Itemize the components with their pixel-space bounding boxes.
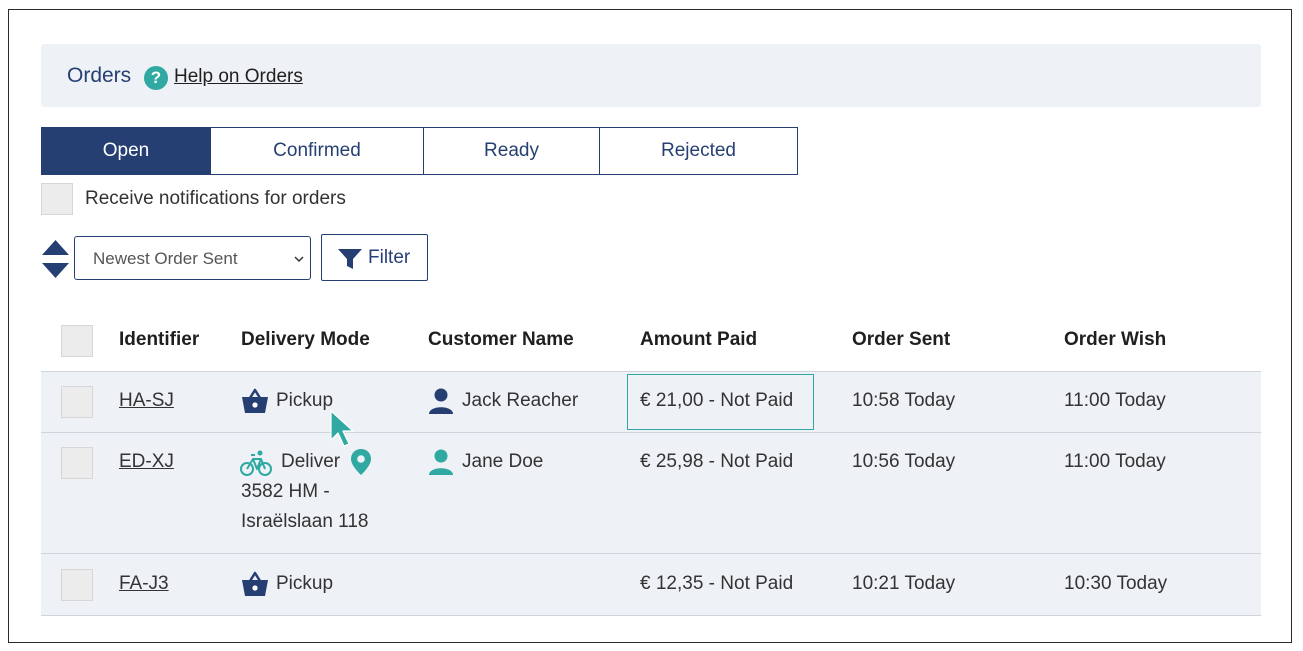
bicycle-icon xyxy=(240,450,272,476)
order-identifier-link[interactable]: ED-XJ xyxy=(119,447,174,477)
order-wish-time: 11:00 Today xyxy=(1064,451,1166,472)
table-header: Identifier Delivery Mode Customer Name A… xyxy=(41,311,1261,372)
table-row[interactable]: HA-SJ Pickup Jack Reacher € 21,00 - Not … xyxy=(41,372,1261,433)
order-wish-time: 10:30 Today xyxy=(1064,573,1168,594)
sort-icon[interactable] xyxy=(41,239,70,279)
column-header-identifier[interactable]: Identifier xyxy=(119,329,199,351)
row-checkbox[interactable] xyxy=(61,569,93,601)
order-wish-time: 11:00 Today xyxy=(1064,390,1166,411)
customer-name: Jane Doe xyxy=(462,451,544,472)
order-sent-time: 10:21 Today xyxy=(852,573,956,594)
chevron-down-icon xyxy=(294,256,304,263)
filter-label: Filter xyxy=(368,247,411,268)
amount-paid: € 21,00 - Not Paid xyxy=(640,390,794,411)
customer-name: Jack Reacher xyxy=(462,390,579,411)
delivery-address-line: 3582 HM - xyxy=(241,481,330,502)
order-status-tabs: Open Confirmed Ready Rejected xyxy=(41,127,798,175)
delivery-mode-label: Pickup xyxy=(276,573,334,594)
notifications-checkbox[interactable] xyxy=(41,183,73,215)
funnel-icon xyxy=(338,249,362,269)
order-sent-time: 10:58 Today xyxy=(852,390,956,411)
select-all-checkbox[interactable] xyxy=(61,325,93,357)
delivery-address-line: Israëlslaan 118 xyxy=(241,511,369,532)
table-row[interactable]: ED-XJ Deliver 3582 HM - Israëlslaan 118 … xyxy=(41,433,1261,554)
location-pin-icon[interactable] xyxy=(350,448,372,476)
row-checkbox[interactable] xyxy=(61,447,93,479)
row-checkbox[interactable] xyxy=(61,386,93,418)
person-icon xyxy=(429,449,453,475)
basket-icon xyxy=(242,388,268,413)
sort-select-value: Newest Order Sent xyxy=(93,249,238,268)
page-title: Orders xyxy=(67,64,132,87)
sort-select[interactable]: Newest Order Sent xyxy=(74,236,311,280)
column-header-amount-paid[interactable]: Amount Paid xyxy=(640,329,757,351)
filter-button[interactable]: Filter xyxy=(321,234,428,281)
delivery-mode-label: Pickup xyxy=(276,390,334,411)
column-header-customer-name[interactable]: Customer Name xyxy=(428,329,574,351)
column-header-order-sent[interactable]: Order Sent xyxy=(852,329,950,351)
order-identifier-link[interactable]: HA-SJ xyxy=(119,386,174,416)
amount-paid: € 25,98 - Not Paid xyxy=(640,451,794,472)
tab-confirmed[interactable]: Confirmed xyxy=(210,127,424,175)
tab-open[interactable]: Open xyxy=(41,127,211,175)
orders-header: Orders ? Help on Orders xyxy=(41,44,1261,107)
column-header-delivery-mode[interactable]: Delivery Mode xyxy=(241,329,370,351)
notifications-label: Receive notifications for orders xyxy=(85,188,346,209)
tab-rejected[interactable]: Rejected xyxy=(599,127,798,175)
mouse-cursor-icon xyxy=(330,410,354,447)
order-sent-time: 10:56 Today xyxy=(852,451,956,472)
tab-ready[interactable]: Ready xyxy=(423,127,600,175)
help-on-orders-link[interactable]: Help on Orders xyxy=(174,66,303,88)
amount-paid: € 12,35 - Not Paid xyxy=(640,573,794,594)
order-identifier-link[interactable]: FA-J3 xyxy=(119,569,169,599)
delivery-mode-label: Deliver xyxy=(281,451,341,472)
table-row[interactable]: FA-J3 Pickup € 12,35 - Not Paid 10:21 To… xyxy=(41,554,1261,616)
basket-icon xyxy=(242,571,268,596)
help-icon[interactable]: ? xyxy=(144,66,168,90)
column-header-order-wish[interactable]: Order Wish xyxy=(1064,329,1166,351)
person-icon xyxy=(429,388,453,414)
